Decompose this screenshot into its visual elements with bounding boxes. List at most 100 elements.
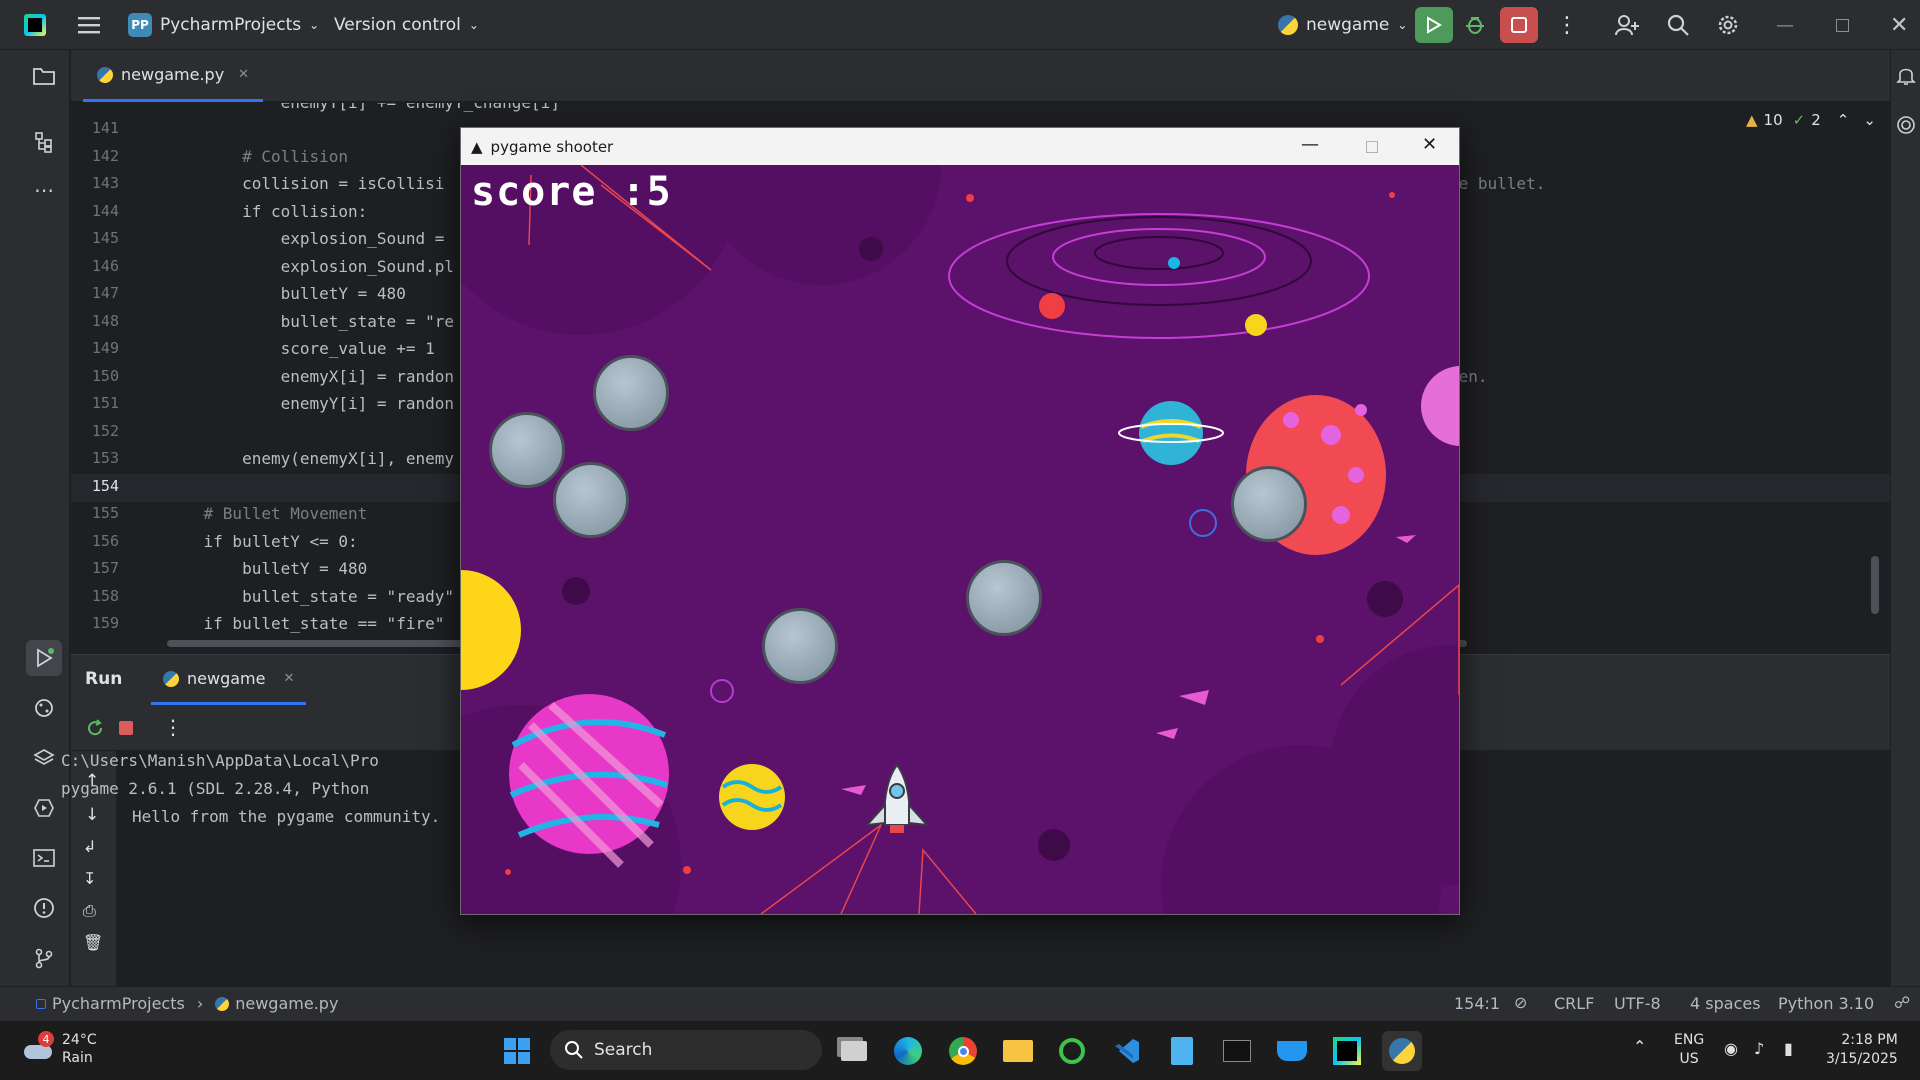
maximize-window-icon[interactable] — [1366, 141, 1378, 153]
code-line: bullet_state = "ready" — [165, 587, 454, 606]
layers-icon[interactable] — [26, 740, 62, 776]
python-interpreter[interactable]: Python 3.10 — [1778, 994, 1874, 1013]
search-icon[interactable] — [1666, 0, 1690, 50]
lock-icon[interactable]: ☍ — [1894, 993, 1910, 1012]
python-packages-icon[interactable] — [26, 690, 62, 726]
problems-icon[interactable] — [26, 890, 62, 926]
task-view-icon[interactable] — [834, 1031, 874, 1071]
run-tab-newgame[interactable]: newgame ✕ — [151, 655, 307, 705]
file-explorer-icon[interactable] — [998, 1031, 1038, 1071]
stop-icon[interactable] — [119, 721, 133, 735]
battery-icon[interactable]: ▮ — [1784, 1039, 1793, 1058]
chevron-up-icon[interactable]: ⌃ — [1837, 111, 1850, 129]
notepad-icon[interactable] — [1162, 1031, 1202, 1071]
code-line: enemyX[i] = randon — [165, 367, 454, 386]
language-indicator[interactable]: ENG US — [1674, 1031, 1704, 1069]
python-icon — [163, 670, 179, 687]
breadcrumb: PycharmProjects › newgame.py — [36, 994, 338, 1013]
game-window-title: pygame shooter — [490, 137, 614, 156]
chevron-down-icon[interactable]: ⌄ — [1863, 111, 1876, 129]
pycharm-taskbar-icon[interactable] — [1327, 1031, 1367, 1071]
inspection-widget[interactable]: ▲ 10 ✓ 2 ⌃ ⌄ — [1746, 111, 1876, 129]
pycharm-logo-icon[interactable] — [24, 0, 46, 50]
debug-button[interactable] — [1463, 0, 1487, 50]
breadcrumb-file[interactable]: newgame.py — [235, 994, 338, 1013]
close-window-icon[interactable]: ✕ — [1890, 0, 1908, 50]
code-line: enemyY[i] = randon — [165, 394, 454, 413]
search-icon — [565, 1041, 583, 1059]
line-number: 144 — [91, 202, 119, 220]
terminal-icon[interactable] — [26, 840, 62, 876]
taskbar-search[interactable]: Search — [550, 1030, 822, 1070]
scroll-to-end-icon[interactable]: ↧ — [83, 869, 96, 888]
rerun-icon — [1415, 7, 1453, 43]
line-number-current: 154 — [91, 477, 119, 495]
planet-spot — [1332, 506, 1350, 524]
tab-newgame-py[interactable]: newgame.py ✕ — [83, 50, 264, 102]
docker-icon[interactable] — [1272, 1031, 1312, 1071]
rerun-icon[interactable] — [85, 718, 105, 742]
maximize-window-icon[interactable] — [1836, 0, 1849, 50]
close-tab-icon[interactable]: ✕ — [283, 671, 294, 686]
structure-icon[interactable] — [26, 124, 62, 160]
file-encoding[interactable]: UTF-8 — [1614, 994, 1661, 1013]
indent-setting[interactable]: 4 spaces — [1690, 994, 1761, 1013]
python-taskbar-icon[interactable] — [1382, 1031, 1422, 1071]
more-actions-icon[interactable]: ⋮ — [1556, 0, 1578, 50]
stop-button[interactable] — [1500, 0, 1538, 50]
line-number: 157 — [91, 559, 119, 577]
app-ring-icon[interactable] — [1052, 1031, 1092, 1071]
code-comment-fragment: he bullet. — [1449, 174, 1546, 193]
services-icon[interactable] — [26, 790, 62, 826]
enemy-ship — [593, 355, 669, 431]
minimize-window-icon[interactable]: — — [1776, 0, 1794, 50]
caret-position[interactable]: 154:1 — [1454, 994, 1500, 1013]
notifications-bell-icon[interactable] — [1895, 64, 1917, 90]
trash-icon[interactable]: 🗑 — [83, 933, 103, 952]
soft-wrap-icon[interactable]: ↲ — [83, 837, 96, 856]
print-icon[interactable]: ⎙ — [83, 901, 96, 921]
red-streak — [918, 848, 977, 914]
readonly-toggle-icon[interactable]: ⊘ — [1514, 993, 1527, 1012]
speaker-muted-icon[interactable]: ♪ — [1754, 1039, 1764, 1058]
edge-browser-icon[interactable] — [888, 1031, 928, 1071]
comet — [1396, 535, 1416, 543]
settings-gear-icon[interactable] — [1716, 0, 1740, 50]
arrow-down-icon[interactable]: ↓ — [85, 805, 99, 825]
windows-start-icon[interactable] — [497, 1031, 537, 1071]
language-code: ENG — [1674, 1032, 1705, 1048]
project-folder-icon[interactable] — [26, 58, 62, 94]
chrome-browser-icon[interactable] — [943, 1031, 983, 1071]
git-branch-icon[interactable] — [26, 940, 62, 976]
line-separator[interactable]: CRLF — [1554, 994, 1594, 1013]
line-number: 143 — [91, 174, 119, 192]
breadcrumb-project[interactable]: PycharmProjects — [52, 994, 185, 1013]
minimize-window-icon[interactable]: — — [1301, 134, 1319, 155]
chevron-up-icon[interactable]: ⌃ — [1633, 1037, 1646, 1056]
game-canvas[interactable]: score :5 — [461, 165, 1459, 914]
region-code: US — [1679, 1051, 1699, 1067]
player-spaceship — [864, 763, 930, 833]
more-options-icon[interactable]: ⋮ — [163, 715, 183, 739]
run-config-selector[interactable]: newgame ⌄ — [1278, 0, 1407, 50]
close-window-icon[interactable]: ✕ — [1422, 134, 1437, 155]
weather-widget[interactable]: 4 24°C Rain — [22, 1031, 97, 1067]
terminal-app-icon[interactable] — [1217, 1031, 1257, 1071]
editor-scrollbar[interactable] — [1871, 556, 1879, 614]
run-tool-icon[interactable] — [26, 640, 62, 676]
rerun-button[interactable] — [1415, 0, 1453, 50]
line-number: 148 — [91, 312, 119, 330]
main-menu-icon[interactable] — [78, 0, 100, 50]
project-selector[interactable]: PP PycharmProjects ⌄ — [128, 0, 319, 50]
close-tab-icon[interactable]: ✕ — [238, 67, 249, 82]
clock[interactable]: 2:18 PM 3/15/2025 — [1826, 1031, 1898, 1069]
wifi-icon[interactable]: ◉ — [1724, 1039, 1738, 1058]
vscode-icon[interactable] — [1107, 1031, 1147, 1071]
more-tools-icon[interactable]: ⋯ — [26, 172, 62, 208]
add-user-icon[interactable] — [1614, 0, 1640, 50]
enemy-ship — [553, 462, 629, 538]
version-control-menu[interactable]: Version control ⌄ — [334, 0, 479, 50]
pygame-window[interactable]: ▲ pygame shooter — ✕ score:5 — [460, 127, 1460, 915]
ai-assistant-icon[interactable] — [1895, 114, 1917, 140]
line-number: 149 — [91, 339, 119, 357]
